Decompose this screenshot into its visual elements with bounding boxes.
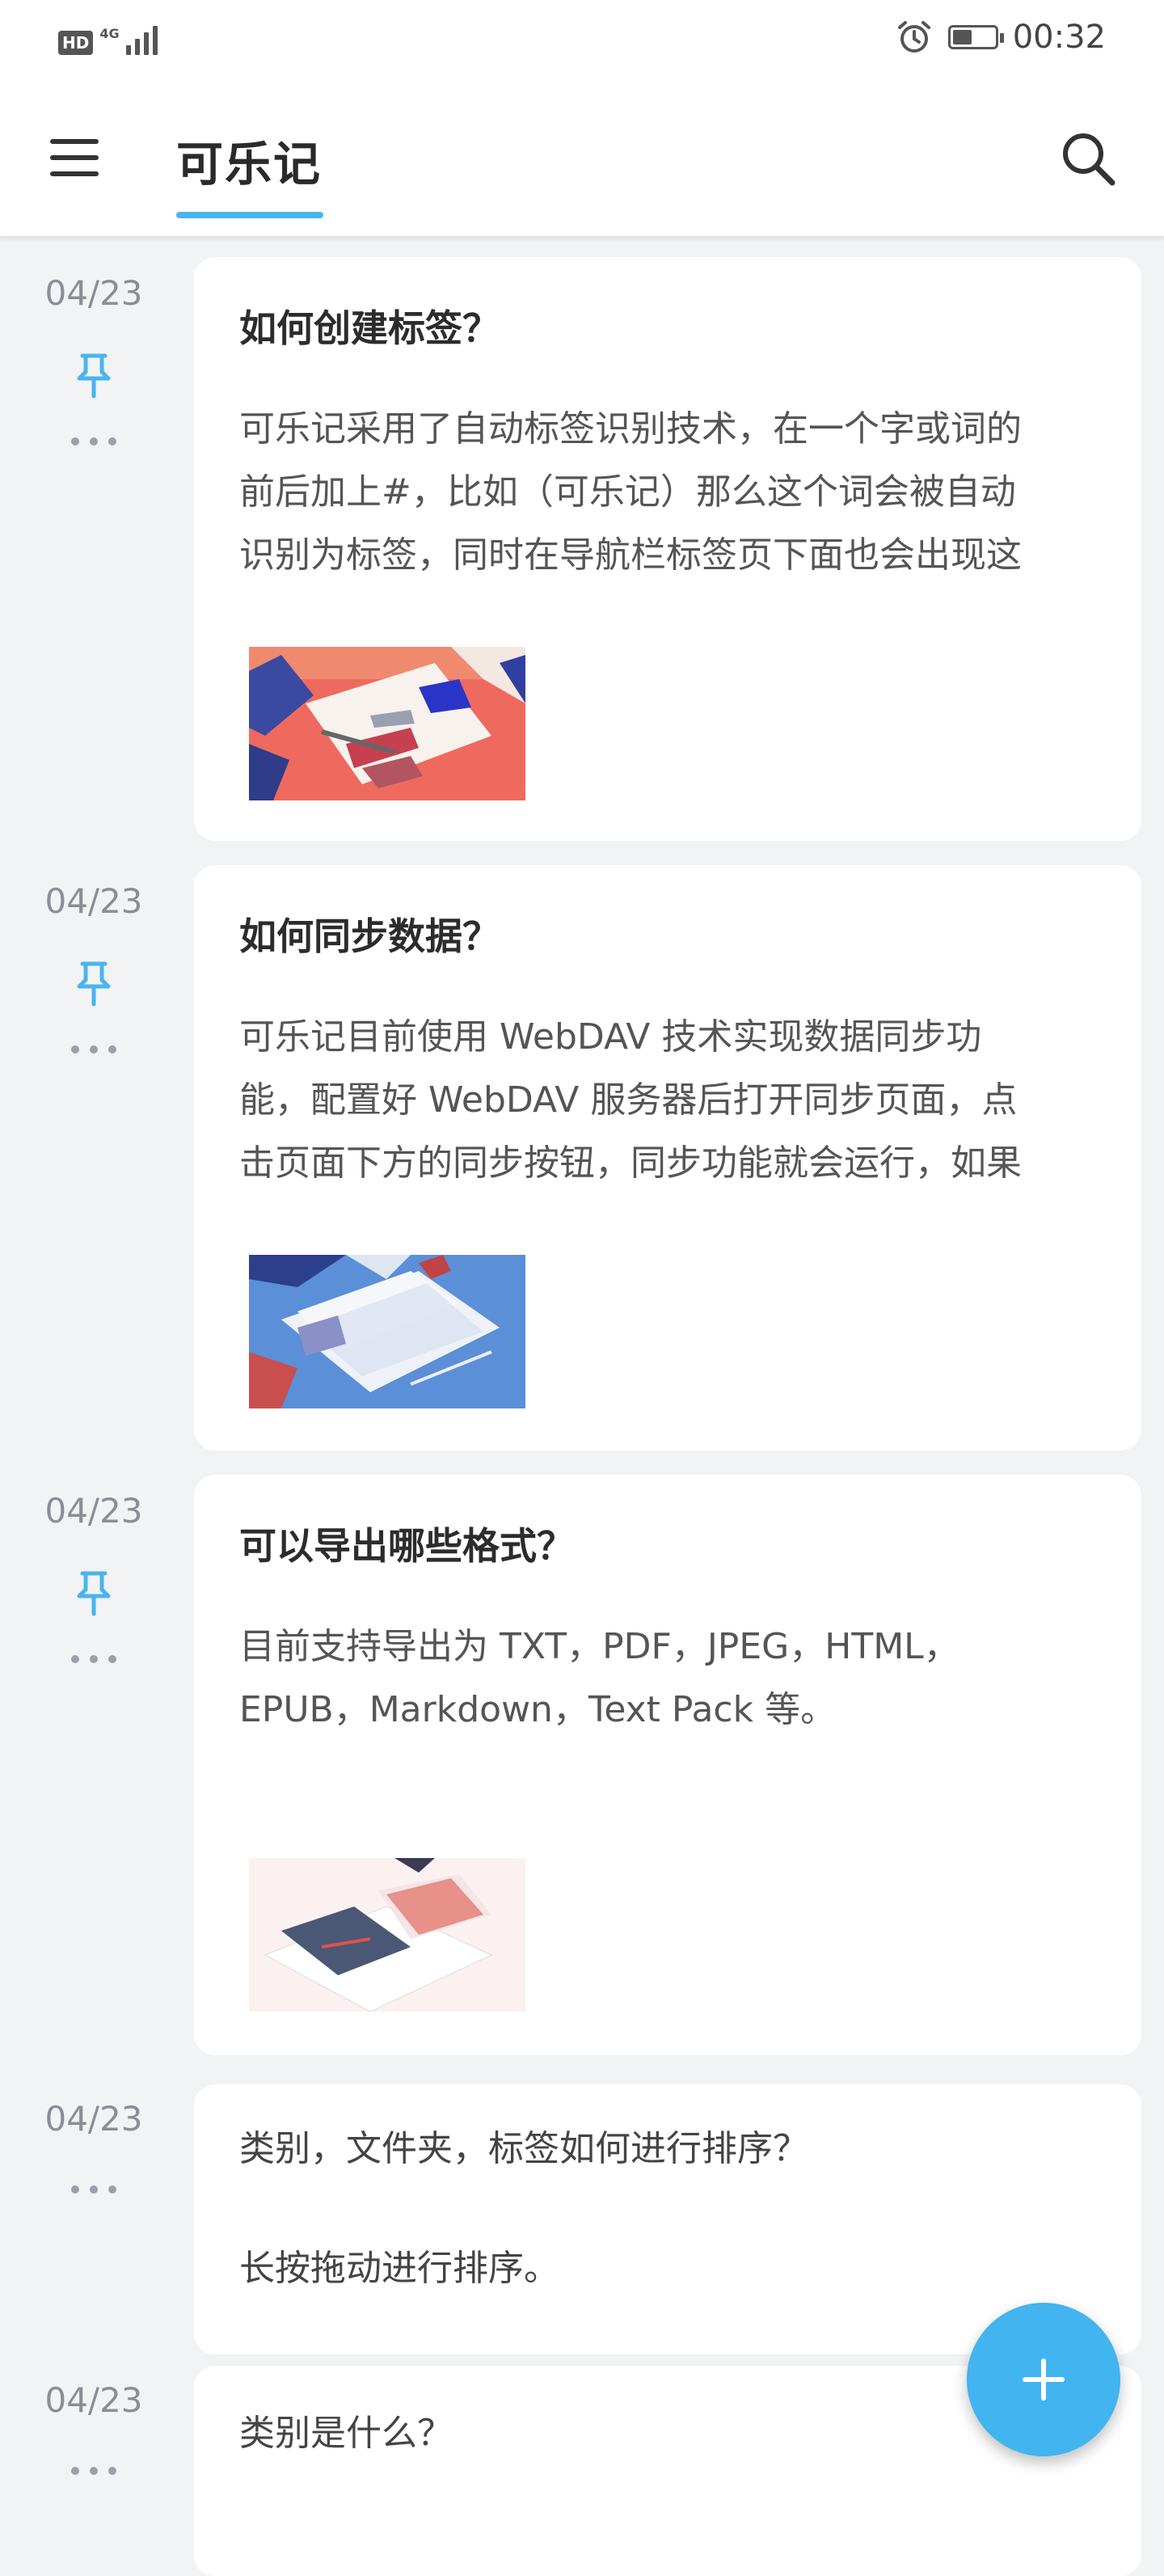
more-options-icon[interactable] [71, 1651, 116, 1667]
note-card[interactable]: 如何同步数据？ 可乐记目前使用 WebDAV 技术实现数据同步功 能，配置好 W… [194, 865, 1141, 1451]
note-title: 可以导出哪些格式？ [239, 1524, 574, 1568]
note-body-line: 可乐记采用了自动标签识别技术，在一个字或词的 [239, 408, 1022, 450]
note-title: 如何创建标签？ [239, 306, 500, 350]
note-card[interactable]: 如何创建标签？ 可乐记采用了自动标签识别技术，在一个字或词的 前后加上#，比如（… [194, 257, 1141, 841]
more-options-icon[interactable] [71, 433, 116, 450]
note-card[interactable]: 可以导出哪些格式？ 目前支持导出为 TXT，PDF，JPEG，HTML， EPU… [194, 1475, 1141, 2055]
add-note-button[interactable] [967, 2303, 1120, 2456]
search-icon[interactable] [1056, 126, 1120, 191]
more-options-icon[interactable] [71, 2181, 116, 2198]
app-bar: 可乐记 [0, 81, 1164, 236]
pin-icon[interactable] [74, 959, 113, 1007]
status-right: 00:32 [895, 18, 1106, 57]
more-options-icon[interactable] [71, 2463, 116, 2479]
note-body: 可乐记目前使用 WebDAV 技术实现数据同步功 能，配置好 WebDAV 服务… [239, 1006, 1096, 1195]
note-date: 04/23 [44, 273, 143, 313]
active-tab-indicator [176, 212, 323, 218]
note-date: 04/23 [44, 881, 143, 921]
status-bar: HD 4G 00:32 [0, 0, 1164, 81]
menu-icon[interactable] [47, 133, 105, 184]
battery-icon [947, 25, 1004, 49]
status-left: HD 4G [58, 23, 158, 55]
note-date: 04/23 [44, 2099, 143, 2139]
note-date: 04/23 [44, 1491, 143, 1531]
pin-icon[interactable] [74, 1569, 113, 1617]
note-body: 可乐记采用了自动标签识别技术，在一个字或词的 前后加上#，比如（可乐记）那么这个… [239, 398, 1096, 587]
note-body-line: EPUB，Markdown，Text Pack 等。 [239, 1689, 837, 1730]
note-body-line: 能，配置好 WebDAV 服务器后打开同步页面，点 [239, 1079, 1018, 1121]
network-type: 4G [99, 26, 120, 41]
note-date: 04/23 [44, 2380, 143, 2420]
tab-home[interactable]: 可乐记 [176, 126, 323, 218]
note-thumbnail-image [249, 1858, 525, 2012]
app-title: 可乐记 [176, 137, 323, 192]
note-title: 如何同步数据？ [239, 914, 500, 958]
note-body-line: 击页面下方的同步按钮，同步功能就会运行，如果 [239, 1142, 1022, 1184]
note-line: 长按拖动进行排序。 [239, 2248, 559, 2289]
note-card[interactable]: 类别，文件夹，标签如何进行排序？ 长按拖动进行排序。 [194, 2084, 1141, 2354]
note-body-line: 识别为标签，同时在导航栏标签页下面也会出现这 [239, 534, 1022, 576]
signal-icon [125, 23, 158, 55]
note-line: 类别，文件夹，标签如何进行排序？ [239, 2128, 808, 2169]
status-time: 00:32 [1012, 19, 1106, 56]
note-body-line: 可乐记目前使用 WebDAV 技术实现数据同步功 [239, 1016, 982, 1058]
note-thumbnail-image [249, 647, 525, 800]
note-body-line: 目前支持导出为 TXT，PDF，JPEG，HTML， [239, 1626, 959, 1667]
more-options-icon[interactable] [71, 1041, 116, 1058]
pin-icon[interactable] [74, 351, 113, 399]
hd-badge: HD [58, 31, 94, 55]
note-thumbnail-image [249, 1255, 525, 1408]
alarm-icon [897, 21, 930, 53]
note-line: 类别是什么？ [239, 2413, 453, 2454]
note-body: 目前支持导出为 TXT，PDF，JPEG，HTML， EPUB，Markdown… [239, 1615, 1096, 1742]
note-body-line: 前后加上#，比如（可乐记）那么这个词会被自动 [239, 471, 1016, 513]
